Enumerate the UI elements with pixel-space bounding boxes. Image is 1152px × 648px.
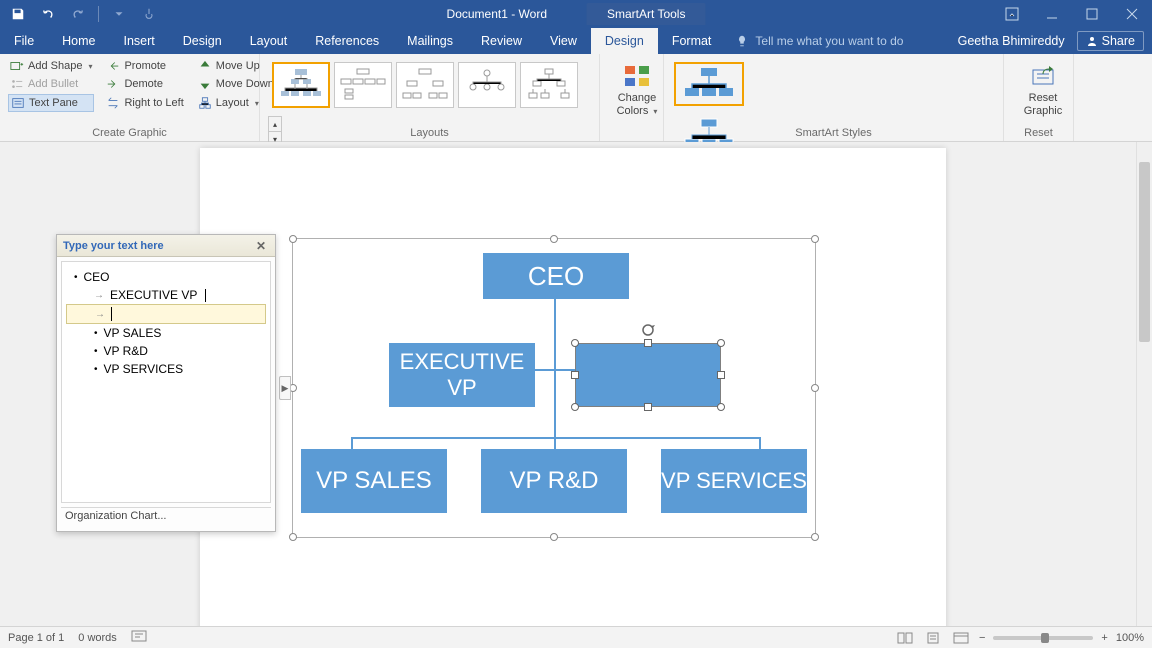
org-node-selected-empty[interactable] [575, 343, 721, 407]
right-to-left-button[interactable]: Right to Left [104, 94, 185, 112]
group-label-layouts: Layouts [260, 127, 599, 139]
org-node-vp-sales[interactable]: VP SALES [301, 449, 447, 513]
text-pane-item-editing[interactable]: → [66, 304, 266, 324]
text-pane-body[interactable]: •CEO →EXECUTIVE VP → •VP SALES •VP R&D •… [61, 261, 271, 503]
style-thumb-1[interactable] [674, 62, 744, 106]
menu-view[interactable]: View [536, 28, 591, 54]
menu-bar: File Home Insert Design Layout Reference… [0, 28, 1152, 54]
menu-layout[interactable]: Layout [236, 28, 302, 54]
text-pane-toggle[interactable]: ▶ [279, 376, 291, 400]
scroll-thumb[interactable] [1139, 162, 1150, 342]
proofing-icon[interactable] [131, 629, 147, 646]
add-bullet-button: Add Bullet [8, 76, 94, 92]
ribbon: Add Shape▾ Promote Move Up Add Bullet De… [0, 54, 1152, 142]
resize-handle[interactable] [550, 533, 558, 541]
add-shape-button[interactable]: Add Shape▾ [8, 58, 94, 74]
rotate-handle[interactable] [640, 322, 656, 338]
menu-design[interactable]: Design [169, 28, 236, 54]
page[interactable]: ▶ CEO EXECUTIVE VP VP SALES VP R&D VP SE… [200, 148, 946, 626]
demote-button[interactable]: Demote [104, 76, 185, 92]
print-layout-button[interactable] [923, 630, 943, 646]
vertical-scrollbar[interactable] [1136, 142, 1152, 626]
status-bar: Page 1 of 1 0 words − + 100% [0, 626, 1152, 648]
resize-handle[interactable] [811, 384, 819, 392]
group-label-create-graphic: Create Graphic [0, 127, 259, 139]
layout-thumb-1[interactable] [272, 62, 330, 108]
menu-file[interactable]: File [0, 28, 48, 54]
menu-smartart-design[interactable]: Design [591, 28, 658, 54]
text-pane-header[interactable]: Type your text here ✕ [57, 235, 275, 257]
ribbon-group-reset: Reset Graphic Reset [1004, 54, 1074, 141]
ribbon-group-layouts: ▴▾▾ Layouts [260, 54, 600, 141]
text-pane-item[interactable]: •VP SALES [66, 324, 266, 342]
title-bar: Document1 - Word SmartArt Tools [0, 0, 1152, 28]
text-pane-item[interactable]: •CEO [66, 268, 266, 286]
text-pane-close-button[interactable]: ✕ [253, 238, 269, 254]
share-button[interactable]: Share [1077, 31, 1144, 51]
org-node-vp-services[interactable]: VP SERVICES [661, 449, 807, 513]
menu-mailings[interactable]: Mailings [393, 28, 467, 54]
ribbon-group-styles: ▴▾▾ SmartArt Styles [664, 54, 1004, 141]
context-tab-label: SmartArt Tools [587, 3, 705, 25]
person-icon [1086, 35, 1098, 47]
group-label-styles: SmartArt Styles [664, 127, 1003, 139]
menu-review[interactable]: Review [467, 28, 536, 54]
group-label-reset: Reset [1004, 127, 1073, 139]
promote-button[interactable]: Promote [104, 58, 185, 74]
menu-insert[interactable]: Insert [110, 28, 169, 54]
layout-thumb-5[interactable] [520, 62, 578, 108]
save-button[interactable] [4, 2, 32, 26]
ribbon-group-change-colors: Change Colors ▾ [600, 54, 664, 141]
menu-references[interactable]: References [301, 28, 393, 54]
page-indicator[interactable]: Page 1 of 1 [8, 632, 64, 644]
resize-handle[interactable] [289, 533, 297, 541]
change-colors-button[interactable]: Change Colors ▾ [608, 58, 666, 122]
read-mode-button[interactable] [895, 630, 915, 646]
web-layout-button[interactable] [951, 630, 971, 646]
resize-handle[interactable] [811, 533, 819, 541]
org-node-vp-rd[interactable]: VP R&D [481, 449, 627, 513]
redo-button[interactable] [64, 2, 92, 26]
menu-home[interactable]: Home [48, 28, 109, 54]
text-pane-item[interactable]: •VP R&D [66, 342, 266, 360]
zoom-out-button[interactable]: − [979, 632, 985, 644]
minimize-button[interactable] [1032, 0, 1072, 28]
resize-handle[interactable] [289, 235, 297, 243]
customize-qat-button[interactable] [105, 2, 133, 26]
org-node-ceo[interactable]: CEO [483, 253, 629, 299]
word-count[interactable]: 0 words [78, 632, 117, 644]
resize-handle[interactable] [550, 235, 558, 243]
document-title: Document1 - Word [447, 7, 547, 21]
zoom-slider[interactable] [993, 636, 1093, 640]
close-button[interactable] [1112, 0, 1152, 28]
menu-smartart-format[interactable]: Format [658, 28, 726, 54]
org-node-exec-vp[interactable]: EXECUTIVE VP [389, 343, 535, 407]
ribbon-display-options[interactable] [992, 0, 1032, 28]
text-pane-item[interactable]: •VP SERVICES [66, 360, 266, 378]
ribbon-group-create-graphic: Add Shape▾ Promote Move Up Add Bullet De… [0, 54, 260, 141]
quick-access-toolbar [0, 2, 163, 26]
tell-me-search[interactable]: Tell me what you want to do [735, 28, 903, 54]
text-pane-item[interactable]: →EXECUTIVE VP [66, 286, 266, 304]
zoom-in-button[interactable]: + [1101, 632, 1107, 644]
undo-button[interactable] [34, 2, 62, 26]
text-pane[interactable]: Type your text here ✕ •CEO →EXECUTIVE VP… [56, 234, 276, 532]
text-pane-footer[interactable]: Organization Chart... [61, 507, 271, 527]
smartart-frame[interactable]: ▶ CEO EXECUTIVE VP VP SALES VP R&D VP SE… [292, 238, 816, 538]
layout-thumb-3[interactable] [396, 62, 454, 108]
reset-graphic-button[interactable]: Reset Graphic [1012, 58, 1074, 122]
lightbulb-icon [735, 34, 749, 48]
layout-thumb-4[interactable] [458, 62, 516, 108]
resize-handle[interactable] [811, 235, 819, 243]
text-pane-button[interactable]: Text Pane [8, 94, 94, 112]
maximize-button[interactable] [1072, 0, 1112, 28]
layout-thumb-2[interactable] [334, 62, 392, 108]
zoom-level[interactable]: 100% [1116, 632, 1144, 644]
document-area: ▶ CEO EXECUTIVE VP VP SALES VP R&D VP SE… [0, 142, 1152, 626]
user-name[interactable]: Geetha Bhimireddy [958, 34, 1065, 48]
touch-mode-button[interactable] [135, 2, 163, 26]
